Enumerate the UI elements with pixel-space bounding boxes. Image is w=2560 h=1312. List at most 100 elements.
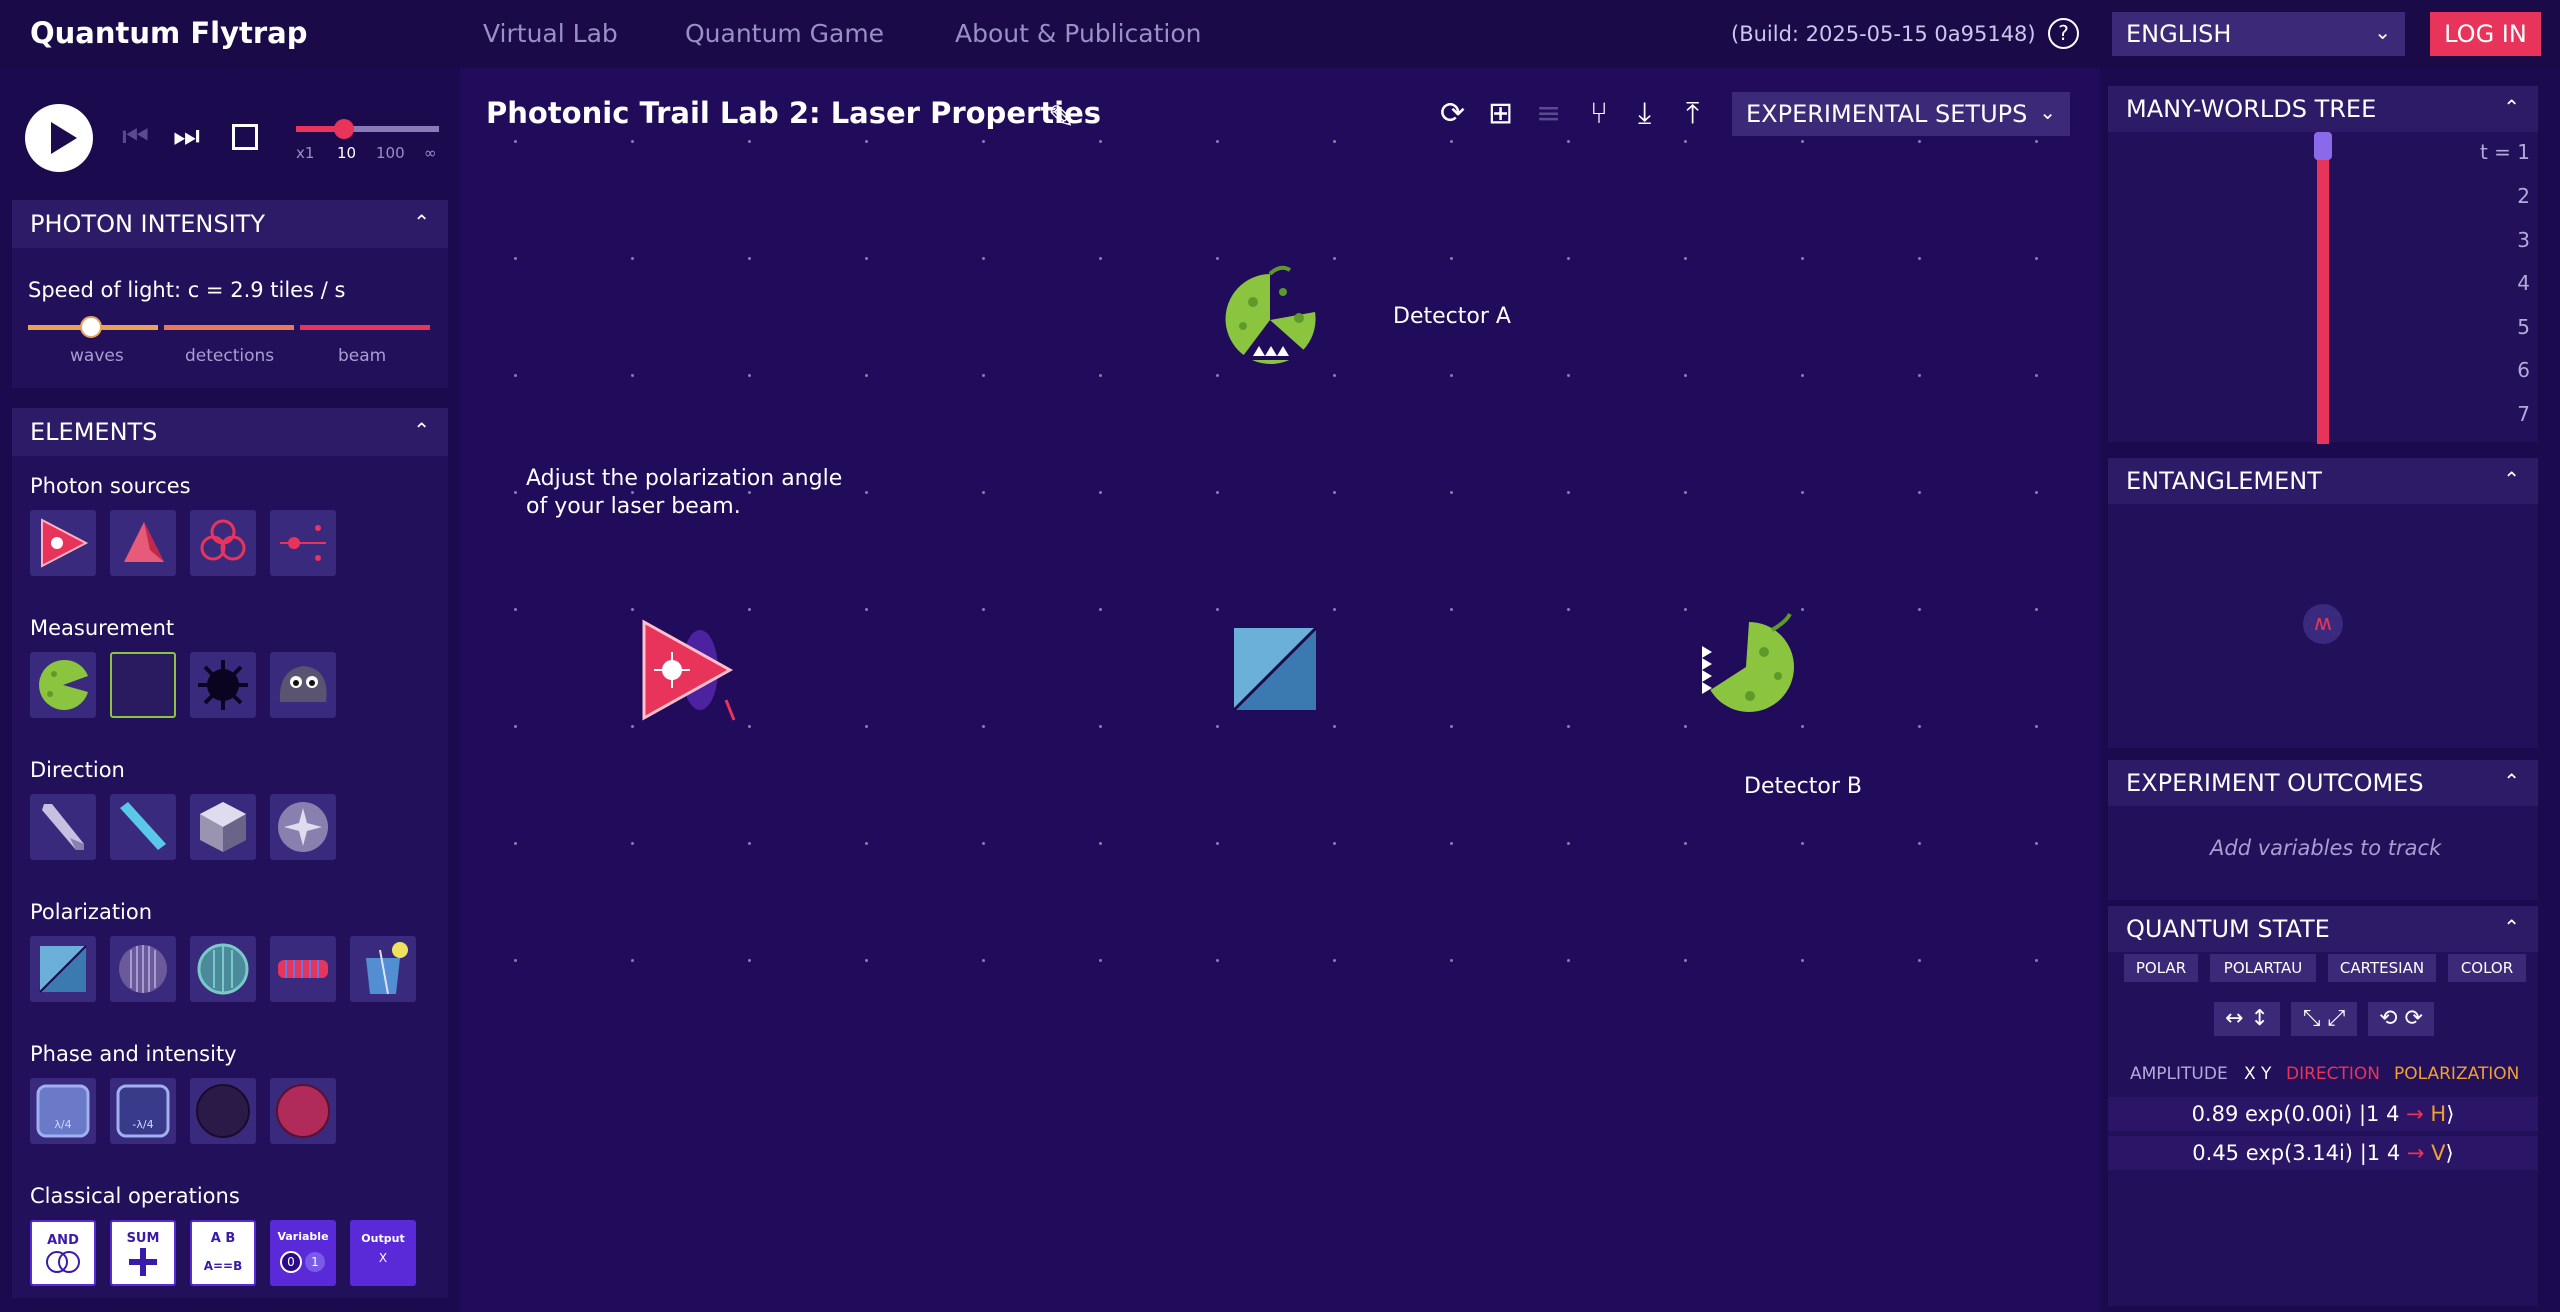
tile-faraday-rotator[interactable] (270, 936, 336, 1002)
circular-basis-button[interactable]: ⟲ ⟳ (2368, 1002, 2434, 1036)
login-button[interactable]: LOG IN (2430, 12, 2541, 56)
grid-dot (1801, 491, 1804, 494)
grid-dot (865, 491, 868, 494)
chevron-up-icon[interactable]: ⌃ (413, 210, 430, 234)
category-measurement: Measurement (30, 616, 175, 640)
upload-icon[interactable]: ⤒ (1686, 96, 1699, 131)
board-polarizing-beam-splitter[interactable] (1232, 626, 1318, 712)
tile-beam-splitter[interactable] (110, 794, 176, 860)
tile-phase-plate-minus[interactable]: -λ/4 (110, 1078, 176, 1144)
grid-dot (514, 374, 517, 377)
chevron-up-icon[interactable]: ⌃ (2503, 769, 2520, 793)
step-forward-icon[interactable]: ⏭ (173, 122, 200, 152)
format-cartesian-button[interactable]: CARTESIAN (2328, 954, 2436, 982)
speed-slider-handle[interactable] (334, 119, 354, 139)
state-row: 0.45 exp(3.14i) |1 4 → V⟩ (2108, 1136, 2538, 1170)
format-color-button[interactable]: COLOR (2448, 954, 2526, 982)
format-polar-button[interactable]: POLAR (2124, 954, 2198, 982)
tile-pair-source[interactable] (270, 510, 336, 576)
language-select[interactable]: ENGLISH ⌄ (2112, 12, 2405, 56)
wave-plate-icon (197, 943, 249, 995)
grid-dot (2035, 140, 2038, 143)
grid-dot (1216, 257, 1219, 260)
grid-dot (514, 725, 517, 728)
play-button[interactable] (25, 104, 93, 172)
board-detector-b[interactable] (1694, 612, 1804, 722)
grid-dot (1684, 140, 1687, 143)
tile-ghz-source[interactable] (190, 510, 256, 576)
tile-phase-plate[interactable]: λ/4 (30, 1078, 96, 1144)
tile-polarizing-beam-splitter[interactable] (30, 936, 96, 1002)
refresh-icon[interactable]: ⟳ (1440, 96, 1465, 131)
panel-header[interactable]: EXPERIMENT OUTCOMES ⌃ (2108, 760, 2538, 806)
chevron-up-icon[interactable]: ⌃ (2503, 915, 2520, 939)
intensity-track-detections (164, 325, 294, 330)
tile-absorber[interactable] (190, 1078, 256, 1144)
speed-slider[interactable] (296, 119, 439, 139)
download-icon[interactable]: ⤓ (1638, 96, 1651, 131)
intensity-tick: beam (338, 346, 387, 366)
grid-dot (2035, 257, 2038, 260)
hv-basis-button[interactable]: ↔ ↕ (2214, 1002, 2280, 1036)
and-gate-icon: AND (46, 1233, 80, 1273)
tile-faraday[interactable] (270, 794, 336, 860)
faraday-icon (278, 802, 328, 852)
brand-logo[interactable]: Quantum Flytrap (30, 16, 307, 50)
tile-detector[interactable] (30, 652, 96, 718)
polarizing-beam-splitter-icon (39, 945, 87, 993)
panel-header[interactable]: ELEMENTS ⌃ (12, 408, 448, 456)
ket-close: ⟩ (2445, 1141, 2454, 1165)
tile-output[interactable]: Output X (350, 1220, 416, 1286)
tile-comparator[interactable]: A B A==B (190, 1220, 256, 1286)
tile-laser[interactable] (30, 510, 96, 576)
experimental-setups-dropdown[interactable]: EXPERIMENTAL SETUPS ⌄ (1732, 92, 2070, 136)
tile-mine[interactable] (190, 652, 256, 718)
nav-about[interactable]: About & Publication (955, 19, 1202, 48)
format-polartau-button[interactable]: POLARTAU (2210, 954, 2316, 982)
grid-dot (865, 842, 868, 845)
tile-filter[interactable] (270, 1078, 336, 1144)
grid-dot (1918, 140, 1921, 143)
nav-virtual-lab[interactable]: Virtual Lab (483, 19, 618, 48)
grid-dot (1333, 140, 1336, 143)
time-label: 7 (2517, 402, 2530, 426)
tile-sugar-solution[interactable] (350, 936, 416, 1002)
variable-one: 1 (311, 1255, 319, 1269)
tile-corner-cube[interactable] (190, 794, 256, 860)
entanglement-node-icon[interactable]: ʍ (2303, 604, 2343, 644)
tile-variable[interactable]: Variable 0 1 (270, 1220, 336, 1286)
grid-dot (514, 257, 517, 260)
pair-source-icon (280, 525, 326, 561)
tile-wave-plate[interactable] (190, 936, 256, 1002)
tile-and-gate[interactable]: AND (30, 1220, 96, 1286)
grid-dot (1801, 608, 1804, 611)
tile-detector-box[interactable] (110, 652, 176, 718)
board-laser[interactable] (630, 610, 750, 730)
panel-header[interactable]: QUANTUM STATE ⌃ (2108, 906, 2538, 952)
tile-mirror[interactable] (30, 794, 96, 860)
panel-header[interactable]: PHOTON INTENSITY ⌃ (12, 200, 448, 248)
tile-single-photon-source[interactable] (110, 510, 176, 576)
tile-rock[interactable] (270, 652, 336, 718)
branch-icon[interactable]: ⑂ (1590, 96, 1608, 131)
board-detector-a[interactable] (1215, 262, 1325, 372)
tile-sum-gate[interactable]: SUM (110, 1220, 176, 1286)
grid-dot (1450, 725, 1453, 728)
chevron-up-icon[interactable]: ⌃ (413, 418, 430, 442)
grid-dot (1216, 140, 1219, 143)
chevron-up-icon[interactable]: ⌃ (2503, 467, 2520, 491)
intensity-slider-handle[interactable] (80, 316, 102, 338)
panel-header[interactable]: MANY-WORLDS TREE ⌃ (2108, 86, 2538, 132)
grid-dot (865, 725, 868, 728)
many-worlds-branch[interactable] (2317, 132, 2329, 444)
help-icon[interactable]: ? (2048, 18, 2079, 49)
nav-quantum-game[interactable]: Quantum Game (685, 19, 884, 48)
stop-icon[interactable] (232, 124, 258, 150)
grid-dot (1099, 491, 1102, 494)
diagonal-basis-button[interactable]: ⤡ ⤢ (2291, 1002, 2357, 1036)
chevron-up-icon[interactable]: ⌃ (2503, 95, 2520, 119)
new-file-icon[interactable]: ⊞ (1488, 96, 1513, 131)
pencil-icon[interactable]: ✎ (1048, 98, 1075, 136)
panel-header[interactable]: ENTANGLEMENT ⌃ (2108, 458, 2538, 504)
tile-polarizer[interactable] (110, 936, 176, 1002)
